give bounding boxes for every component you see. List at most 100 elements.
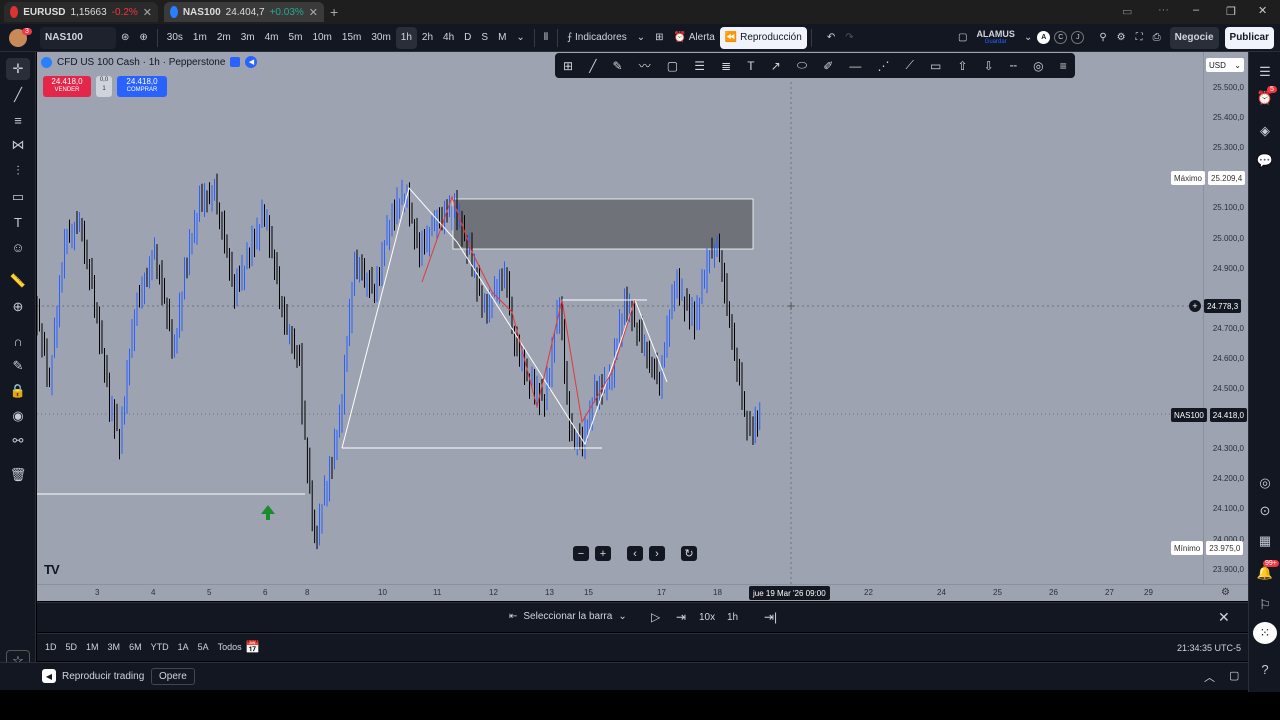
more-icon[interactable]: ···	[1158, 4, 1169, 16]
interval-3m[interactable]: 3m	[236, 27, 260, 49]
trash-icon[interactable]: 🗑	[6, 464, 30, 486]
interval-30m[interactable]: 30m	[366, 27, 395, 49]
scroll-right-icon[interactable]: ›	[649, 546, 665, 561]
clock[interactable]: 21:34:35 UTC-5	[1177, 643, 1241, 653]
scale-settings-icon[interactable]: ⚙	[1221, 587, 1230, 598]
eye-icon[interactable]: ◉	[6, 405, 30, 427]
channel-icon[interactable]: ☰	[694, 59, 705, 73]
text-icon[interactable]: T	[747, 59, 754, 73]
interval-2m[interactable]: 2m	[212, 27, 236, 49]
interval-M[interactable]: M	[493, 27, 511, 49]
range-1d[interactable]: 1D	[45, 642, 57, 652]
layout-badge-c[interactable]: C	[1054, 31, 1068, 44]
interval-15m[interactable]: 15m	[337, 27, 366, 49]
indicators-button[interactable]: ⨍ Indicadores	[562, 27, 632, 49]
fib-icon[interactable]: ≡	[6, 109, 30, 131]
layout-badge-a[interactable]: A	[1037, 31, 1051, 44]
maximize-panel-icon[interactable]: ▢	[1229, 669, 1239, 682]
scroll-left-icon[interactable]: ‹	[627, 546, 643, 561]
range-5a[interactable]: 5A	[198, 642, 209, 652]
chevron-down-icon[interactable]: ⌄	[1019, 27, 1037, 49]
path-icon[interactable]: 〰	[639, 57, 651, 74]
chevron-down-icon[interactable]: ⌄	[511, 27, 529, 49]
link-icon[interactable]: ⚯	[6, 430, 30, 452]
step-forward-icon[interactable]: ⇥	[676, 610, 686, 624]
projection-icon[interactable]: ⫶	[6, 160, 30, 182]
collapse-icon[interactable]: ︿	[1204, 669, 1215, 685]
pattern-icon[interactable]: ⋈	[6, 134, 30, 156]
new-tab-icon[interactable]: +	[330, 4, 338, 20]
horizontal-line-icon[interactable]: —	[849, 59, 861, 73]
price-scale[interactable]: USD ⌄ 25.500,0 25.400,0 25.300,0 25.100,0 25.…	[1203, 52, 1248, 584]
range-3m[interactable]: 3M	[108, 642, 121, 652]
target-icon[interactable]: ◎	[1033, 59, 1043, 73]
interval-4h[interactable]: 4h	[438, 27, 459, 49]
settings-icon[interactable]: ⚙	[1112, 27, 1131, 49]
play-icon[interactable]: ▷	[651, 610, 660, 624]
highlighter-icon[interactable]: ⟋	[906, 58, 914, 73]
interval-D[interactable]: D	[459, 27, 476, 49]
buy-button[interactable]: 24.418,0 COMPRAR	[117, 76, 167, 97]
trade-button[interactable]: Negocie	[1169, 26, 1219, 49]
quick-search-icon[interactable]: ⚲	[1094, 27, 1111, 49]
range-todos[interactable]: Todos	[218, 642, 242, 652]
replay-icon[interactable]: ◀	[245, 56, 258, 68]
help-icon[interactable]: ?	[1253, 658, 1277, 680]
minimize-icon[interactable]: –	[1193, 4, 1199, 16]
interval-5m[interactable]: 5m	[284, 27, 308, 49]
chevron-down-icon[interactable]: ⌄	[632, 27, 650, 49]
ideas-icon[interactable]: ⊙	[1253, 500, 1277, 522]
crosshair-icon[interactable]: ✛	[6, 58, 30, 80]
range-6m[interactable]: 6M	[129, 642, 142, 652]
callout-icon[interactable]: ▭	[930, 59, 941, 73]
replay-button[interactable]: ⏪ Reproducción	[719, 26, 807, 49]
close-icon[interactable]: ✕	[143, 6, 152, 19]
layout-icon[interactable]: ▢	[953, 27, 972, 49]
brush-icon[interactable]: ✎	[613, 59, 623, 73]
range-ytd[interactable]: YTD	[151, 642, 169, 652]
interval-1m[interactable]: 1m	[188, 27, 212, 49]
arrow-down-icon[interactable]: ⇩	[984, 59, 994, 73]
interval-S[interactable]: S	[476, 27, 493, 49]
add-symbol-icon[interactable]: ⊕	[134, 27, 152, 49]
chat-icon[interactable]: 💬	[1253, 150, 1277, 172]
add-alert-icon[interactable]: +	[1189, 300, 1201, 312]
tab-nas100[interactable]: NAS100 24.404,7 +0.03% ✕	[164, 2, 324, 22]
menu-icon[interactable]: ≡	[1060, 59, 1067, 73]
tab-eurusd[interactable]: EURUSD 1,15663 -0.2% ✕	[4, 2, 158, 22]
chart-canvas[interactable]: +	[37, 52, 1203, 584]
grid-icon[interactable]: ⊞	[563, 59, 573, 73]
range-1m[interactable]: 1M	[86, 642, 99, 652]
help-bulb-icon[interactable]: ⚐	[1253, 594, 1277, 616]
ellipse-icon[interactable]: ⬭	[797, 58, 807, 73]
zoom-out-icon[interactable]: −	[573, 546, 589, 561]
alert-button[interactable]: ⏰ Alerta	[669, 27, 720, 49]
watchlist-icon[interactable]: ☰	[1253, 61, 1277, 83]
replay-trading-tab[interactable]: ◀ Reproducir trading	[42, 669, 144, 683]
trendline-icon[interactable]: ╱	[6, 84, 30, 106]
time-scale[interactable]: 3 4 5 6 8 10 11 12 13 15 17 18 22 24 25 26 27 29 jue 19 M…	[37, 584, 1248, 601]
zoom-in-icon[interactable]: +	[595, 546, 611, 561]
sell-button[interactable]: 24.418,0 VENDER	[43, 76, 91, 97]
candles-icon[interactable]: ⫴	[539, 27, 553, 49]
symbol-search[interactable]: NAS100	[40, 26, 116, 49]
cast-icon[interactable]: ▭	[1122, 5, 1132, 18]
arrow-up-icon[interactable]: ⇧	[957, 59, 967, 73]
compare-icon[interactable]: ⊛	[116, 27, 134, 49]
apps-icon[interactable]: ⁙	[1253, 622, 1277, 644]
jump-to-realtime-icon[interactable]: ⇥|	[764, 610, 777, 624]
interval-1h[interactable]: 1h	[395, 26, 417, 49]
ruler-icon[interactable]: 📏	[6, 270, 30, 292]
target-icon[interactable]: ◎	[1253, 472, 1277, 494]
layout-badge-j[interactable]: J	[1071, 31, 1085, 44]
select-bar-button[interactable]: ⇤ Seleccionar la barra ⌄	[509, 611, 627, 622]
range-5d[interactable]: 5D	[66, 642, 78, 652]
trade-tab[interactable]: Opere	[151, 668, 195, 685]
text-icon[interactable]: T	[6, 211, 30, 233]
speed-button[interactable]: 10x	[699, 612, 715, 623]
zoom-icon[interactable]: ⊕	[6, 296, 30, 318]
ray-icon[interactable]: ↗	[771, 59, 781, 73]
layout-name[interactable]: ALAMUS Guardar	[976, 30, 1015, 46]
redo-icon[interactable]: ↷	[840, 27, 858, 49]
magnet-icon[interactable]: ∩	[6, 330, 30, 352]
